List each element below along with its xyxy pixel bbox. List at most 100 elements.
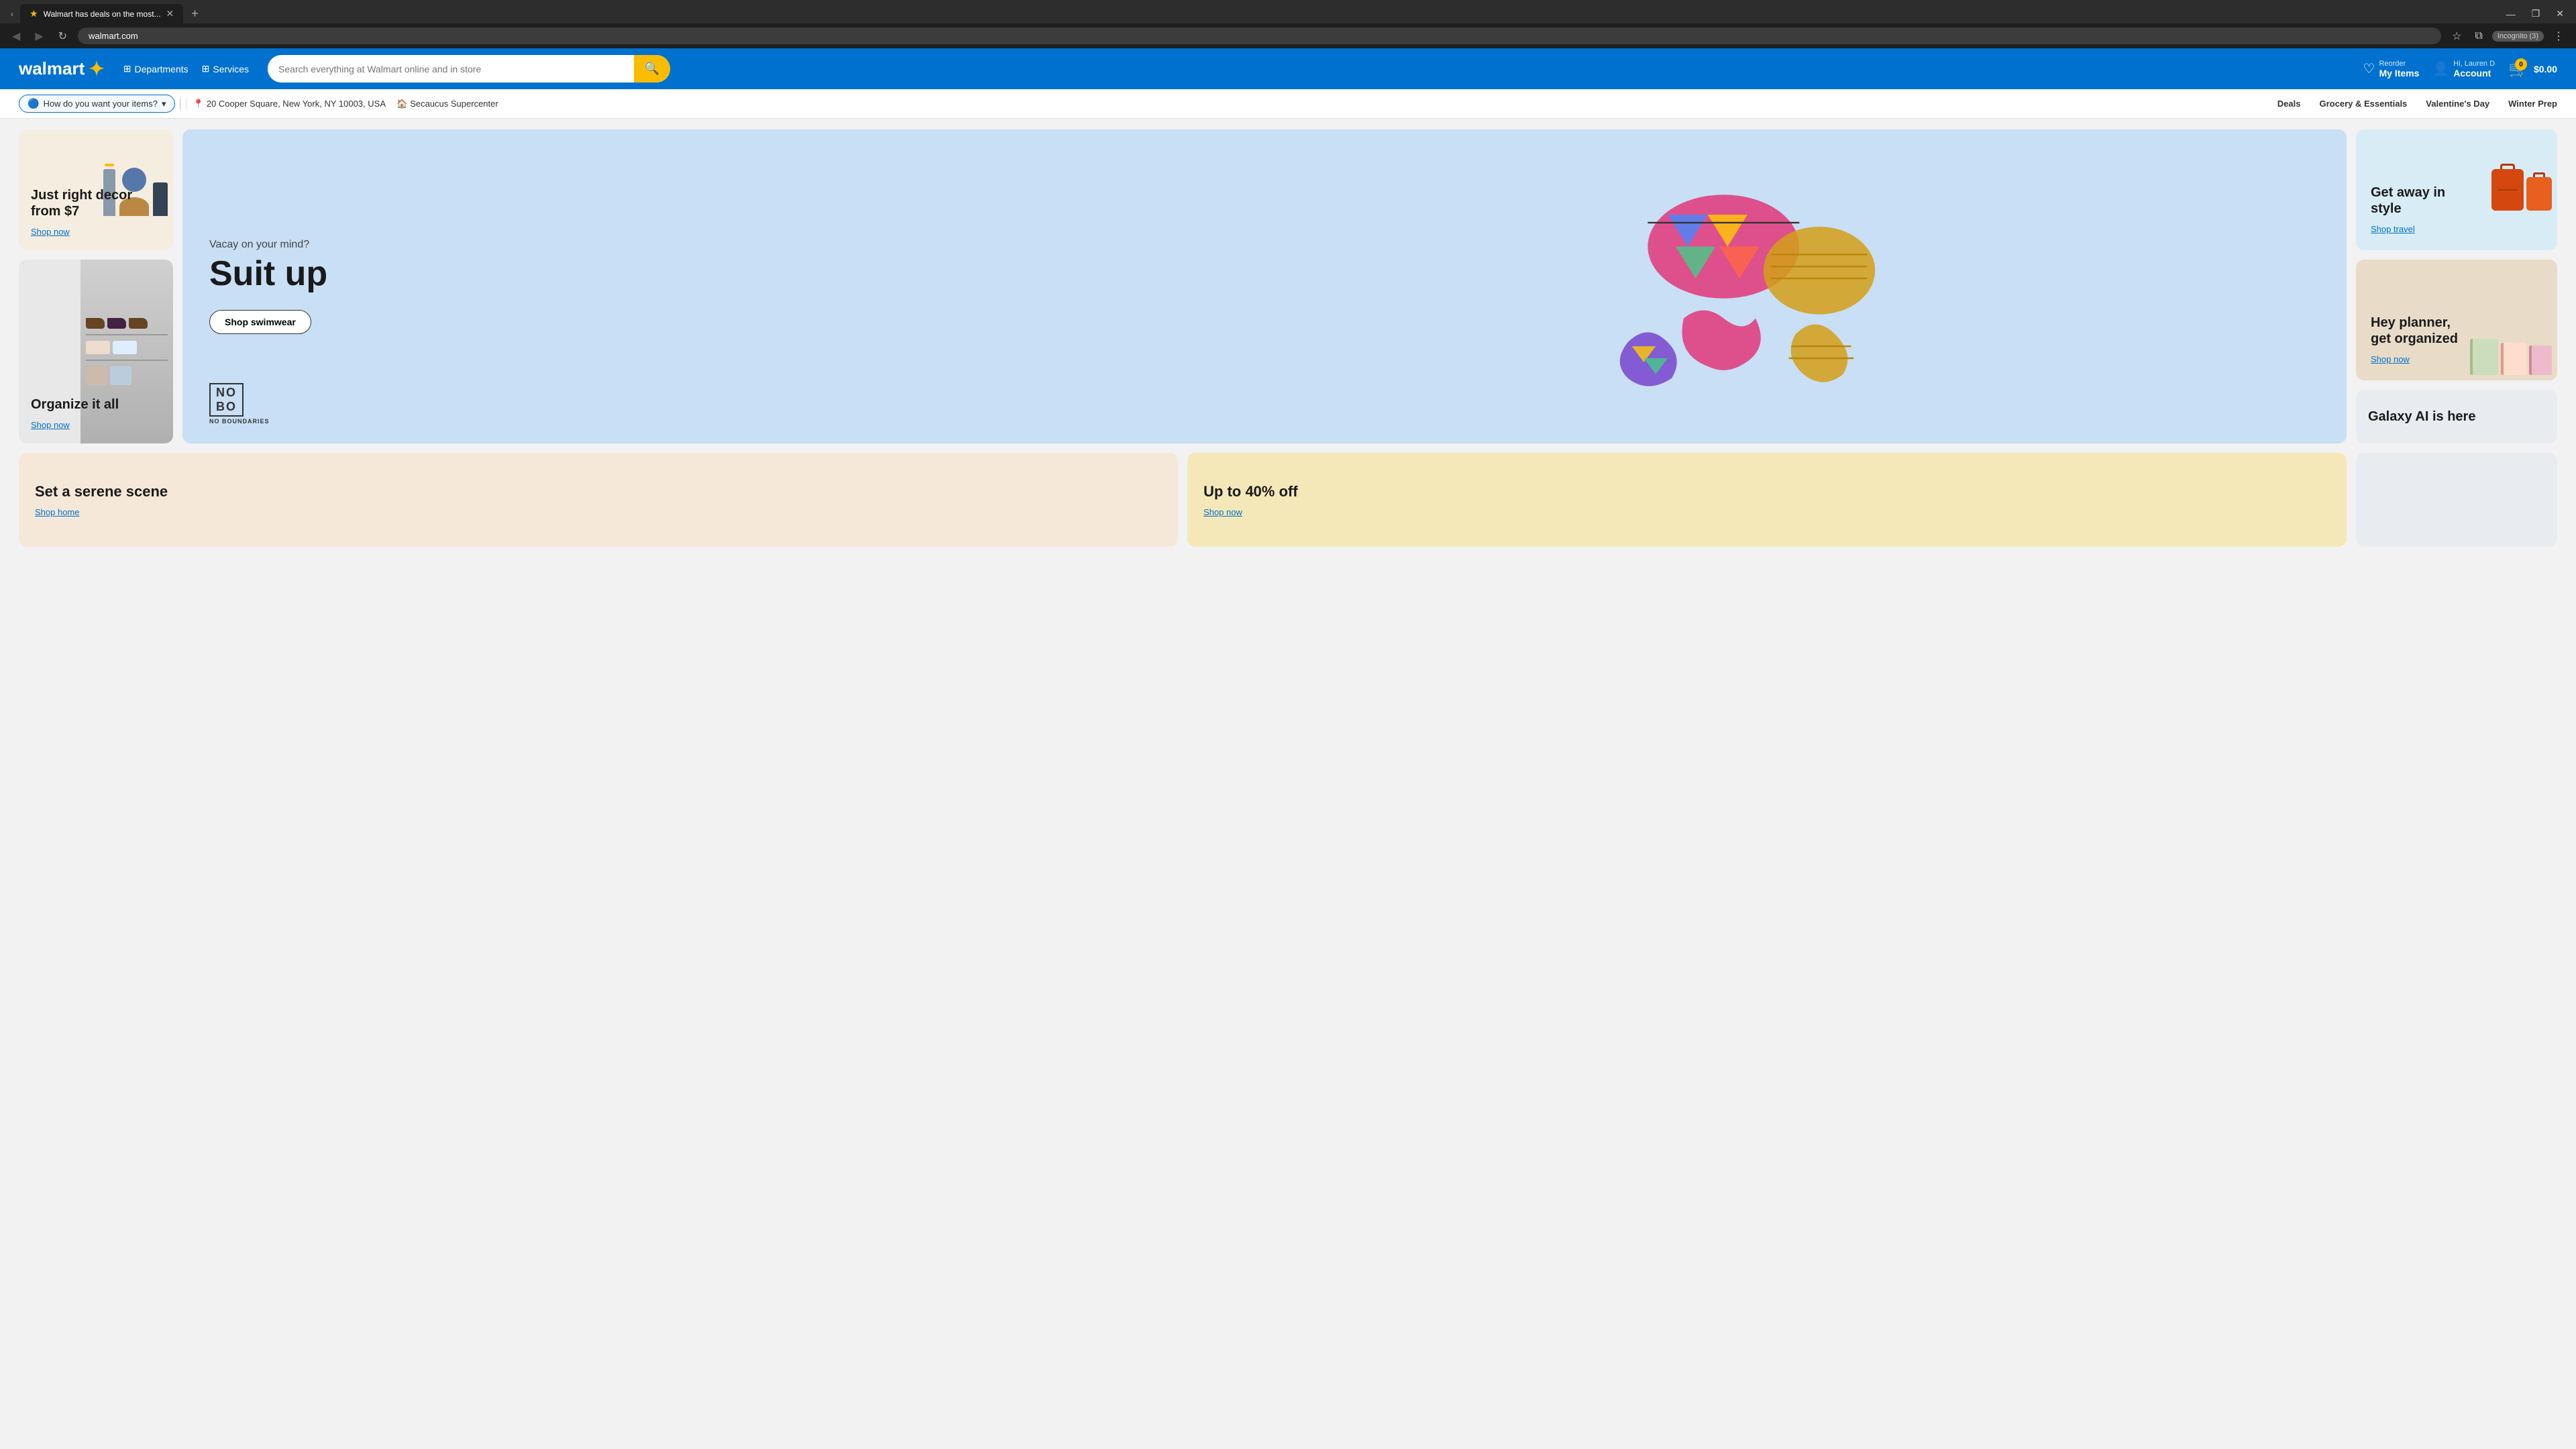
- walmart-name: walmart: [19, 58, 85, 79]
- swimwear-svg: [1136, 143, 2326, 430]
- reorder-action[interactable]: ♡ Reorder My Items: [2363, 60, 2420, 78]
- search-input[interactable]: [268, 57, 634, 81]
- percent-shop-link[interactable]: Shop now: [1203, 507, 2330, 517]
- departments-nav-item[interactable]: ⊞ Departments: [123, 63, 189, 74]
- subnav-winter-link[interactable]: Winter Prep: [2508, 99, 2557, 109]
- shoe-1-icon: [86, 318, 105, 329]
- walmart-header: walmart ✦ ⊞ Departments ⊞ Services 🔍 ♡ R…: [0, 48, 2576, 89]
- bin-icon: [86, 366, 107, 385]
- swimwear-visual: [1136, 143, 2326, 430]
- services-grid-icon: ⊞: [202, 63, 210, 74]
- bookmark-button[interactable]: ☆: [2448, 28, 2465, 44]
- decor-card-title: Just right decor from $7: [31, 187, 161, 219]
- forward-button[interactable]: ▶: [31, 28, 47, 44]
- hero-shop-button[interactable]: Shop swimwear: [209, 310, 311, 334]
- search-bar: 🔍: [268, 55, 670, 83]
- tab-back-btn[interactable]: ‹: [7, 7, 17, 21]
- bottom-right-placeholder: [2356, 453, 2557, 547]
- right-column: Get away in style Shop travel Hey plann: [2356, 129, 2557, 443]
- window-restore-button[interactable]: ❐: [2526, 8, 2546, 19]
- reorder-large-label: My Items: [2379, 68, 2419, 78]
- tab-favicon-icon: ★: [30, 8, 38, 19]
- shelf-row-3: [86, 366, 168, 385]
- delivery-icon: 🔵: [28, 98, 39, 109]
- browser-tab-active[interactable]: ★ Walmart has deals on the most... ✕: [20, 4, 183, 23]
- delivery-selector[interactable]: 🔵 How do you want your items? ▾: [19, 95, 175, 113]
- shelf-divider-2: [86, 360, 168, 361]
- percent-promo-card[interactable]: Up to 40% off Shop now: [1187, 453, 2347, 547]
- window-minimize-button[interactable]: —: [2501, 9, 2521, 19]
- notebook-1-icon: [2470, 339, 2498, 375]
- location-text: 20 Cooper Square, New York, NY 10003, US…: [207, 99, 386, 109]
- account-icon: 👤: [2432, 60, 2449, 77]
- menu-button[interactable]: ⋮: [2549, 28, 2568, 44]
- reorder-text: Reorder My Items: [2379, 60, 2419, 78]
- hero-brand: NO BO NO BOUNDARIES: [209, 383, 270, 425]
- walmart-logo[interactable]: walmart ✦: [19, 58, 105, 80]
- notebook-visual: [2470, 339, 2552, 375]
- search-button[interactable]: 🔍: [634, 55, 670, 83]
- back-button[interactable]: ◀: [8, 28, 24, 44]
- sub-nav: 🔵 How do you want your items? ▾ | 📍 20 C…: [0, 89, 2576, 119]
- travel-shop-link[interactable]: Shop travel: [2371, 224, 2415, 234]
- main-content: Just right decor from $7 Shop now: [0, 119, 2576, 557]
- pipe-separator: |: [179, 98, 182, 110]
- suitcase-big-icon: [2491, 169, 2524, 211]
- browser-actions: ☆ ⧉ Incognito (3) ⋮: [2448, 28, 2568, 44]
- services-nav-item[interactable]: ⊞ Services: [202, 63, 249, 74]
- location-info[interactable]: 📍 20 Cooper Square, New York, NY 10003, …: [186, 99, 392, 109]
- subnav-deals-link[interactable]: Deals: [2277, 99, 2301, 109]
- travel-card-title: Get away in style: [2371, 184, 2465, 217]
- cart-button[interactable]: 0 🛒 $0.00: [2508, 58, 2557, 79]
- tab-title: Walmart has deals on the most...: [44, 9, 161, 19]
- cart-price: $0.00: [2534, 64, 2557, 74]
- travel-promo-card[interactable]: Get away in style Shop travel: [2356, 129, 2557, 250]
- sub-nav-links: Deals Grocery & Essentials Valentine's D…: [2277, 99, 2557, 109]
- decor-promo-card[interactable]: Just right decor from $7 Shop now: [19, 129, 173, 250]
- subnav-valentines-link[interactable]: Valentine's Day: [2426, 99, 2489, 109]
- departments-label: Departments: [134, 64, 188, 74]
- shelf-row-2: [86, 341, 168, 354]
- reload-button[interactable]: ↻: [54, 28, 71, 44]
- browser-chrome: ‹ ★ Walmart has deals on the most... ✕ +…: [0, 0, 2576, 23]
- account-small-label: Hi, Lauren D: [2453, 60, 2495, 68]
- address-input[interactable]: [78, 28, 2441, 44]
- tab-add-button[interactable]: +: [186, 4, 204, 23]
- incognito-badge: Incognito (3): [2492, 31, 2544, 42]
- planner-shop-link[interactable]: Shop now: [2371, 354, 2410, 364]
- account-large-label: Account: [2453, 68, 2495, 78]
- suitcases-visual: [2491, 169, 2552, 211]
- chevron-down-icon: ▾: [162, 99, 166, 109]
- serene-shop-link[interactable]: Shop home: [35, 507, 1162, 517]
- notebook-2-icon: [2501, 343, 2526, 375]
- window-close-button[interactable]: ✕: [2551, 8, 2569, 19]
- hero-title: Suit up: [209, 256, 1095, 291]
- organize-shop-link[interactable]: Shop now: [31, 420, 70, 430]
- services-label: Services: [213, 64, 249, 74]
- header-nav: ⊞ Departments ⊞ Services: [123, 63, 249, 74]
- organize-promo-card[interactable]: Organize it all Shop now: [19, 260, 173, 443]
- walmart-spark-icon: ✦: [89, 58, 104, 80]
- hero-promo-card[interactable]: Vacay on your mind? Suit up Shop swimwea…: [182, 129, 2347, 443]
- tab-close-icon[interactable]: ✕: [166, 8, 174, 19]
- decor-shop-link[interactable]: Shop now: [31, 227, 70, 237]
- store-info[interactable]: 🏠 Secaucus Supercenter: [396, 99, 498, 109]
- heart-icon: ♡: [2363, 60, 2375, 77]
- notebook-3-icon: [2529, 345, 2552, 375]
- departments-grid-icon: ⊞: [123, 63, 131, 74]
- serene-promo-card[interactable]: Set a serene scene Shop home: [19, 453, 1178, 547]
- bin2-icon: [110, 366, 131, 385]
- promo-grid: Just right decor from $7 Shop now: [19, 129, 2557, 443]
- account-action[interactable]: 👤 Hi, Lauren D Account: [2432, 60, 2495, 78]
- search-icon: 🔍: [645, 62, 659, 76]
- delivery-label: How do you want your items?: [43, 99, 158, 109]
- store-icon: 🏠: [396, 99, 407, 109]
- split-view-button[interactable]: ⧉: [2471, 29, 2486, 44]
- left-column: Just right decor from $7 Shop now: [19, 129, 173, 443]
- galaxy-ai-promo-card[interactable]: Galaxy AI is here: [2356, 390, 2557, 443]
- organize-card-title: Organize it all: [31, 396, 161, 413]
- planner-promo-card[interactable]: Hey planner, get organized Shop now: [2356, 260, 2557, 380]
- store-text: Secaucus Supercenter: [410, 99, 498, 109]
- subnav-grocery-link[interactable]: Grocery & Essentials: [2320, 99, 2408, 109]
- folded-item-2: [113, 341, 137, 354]
